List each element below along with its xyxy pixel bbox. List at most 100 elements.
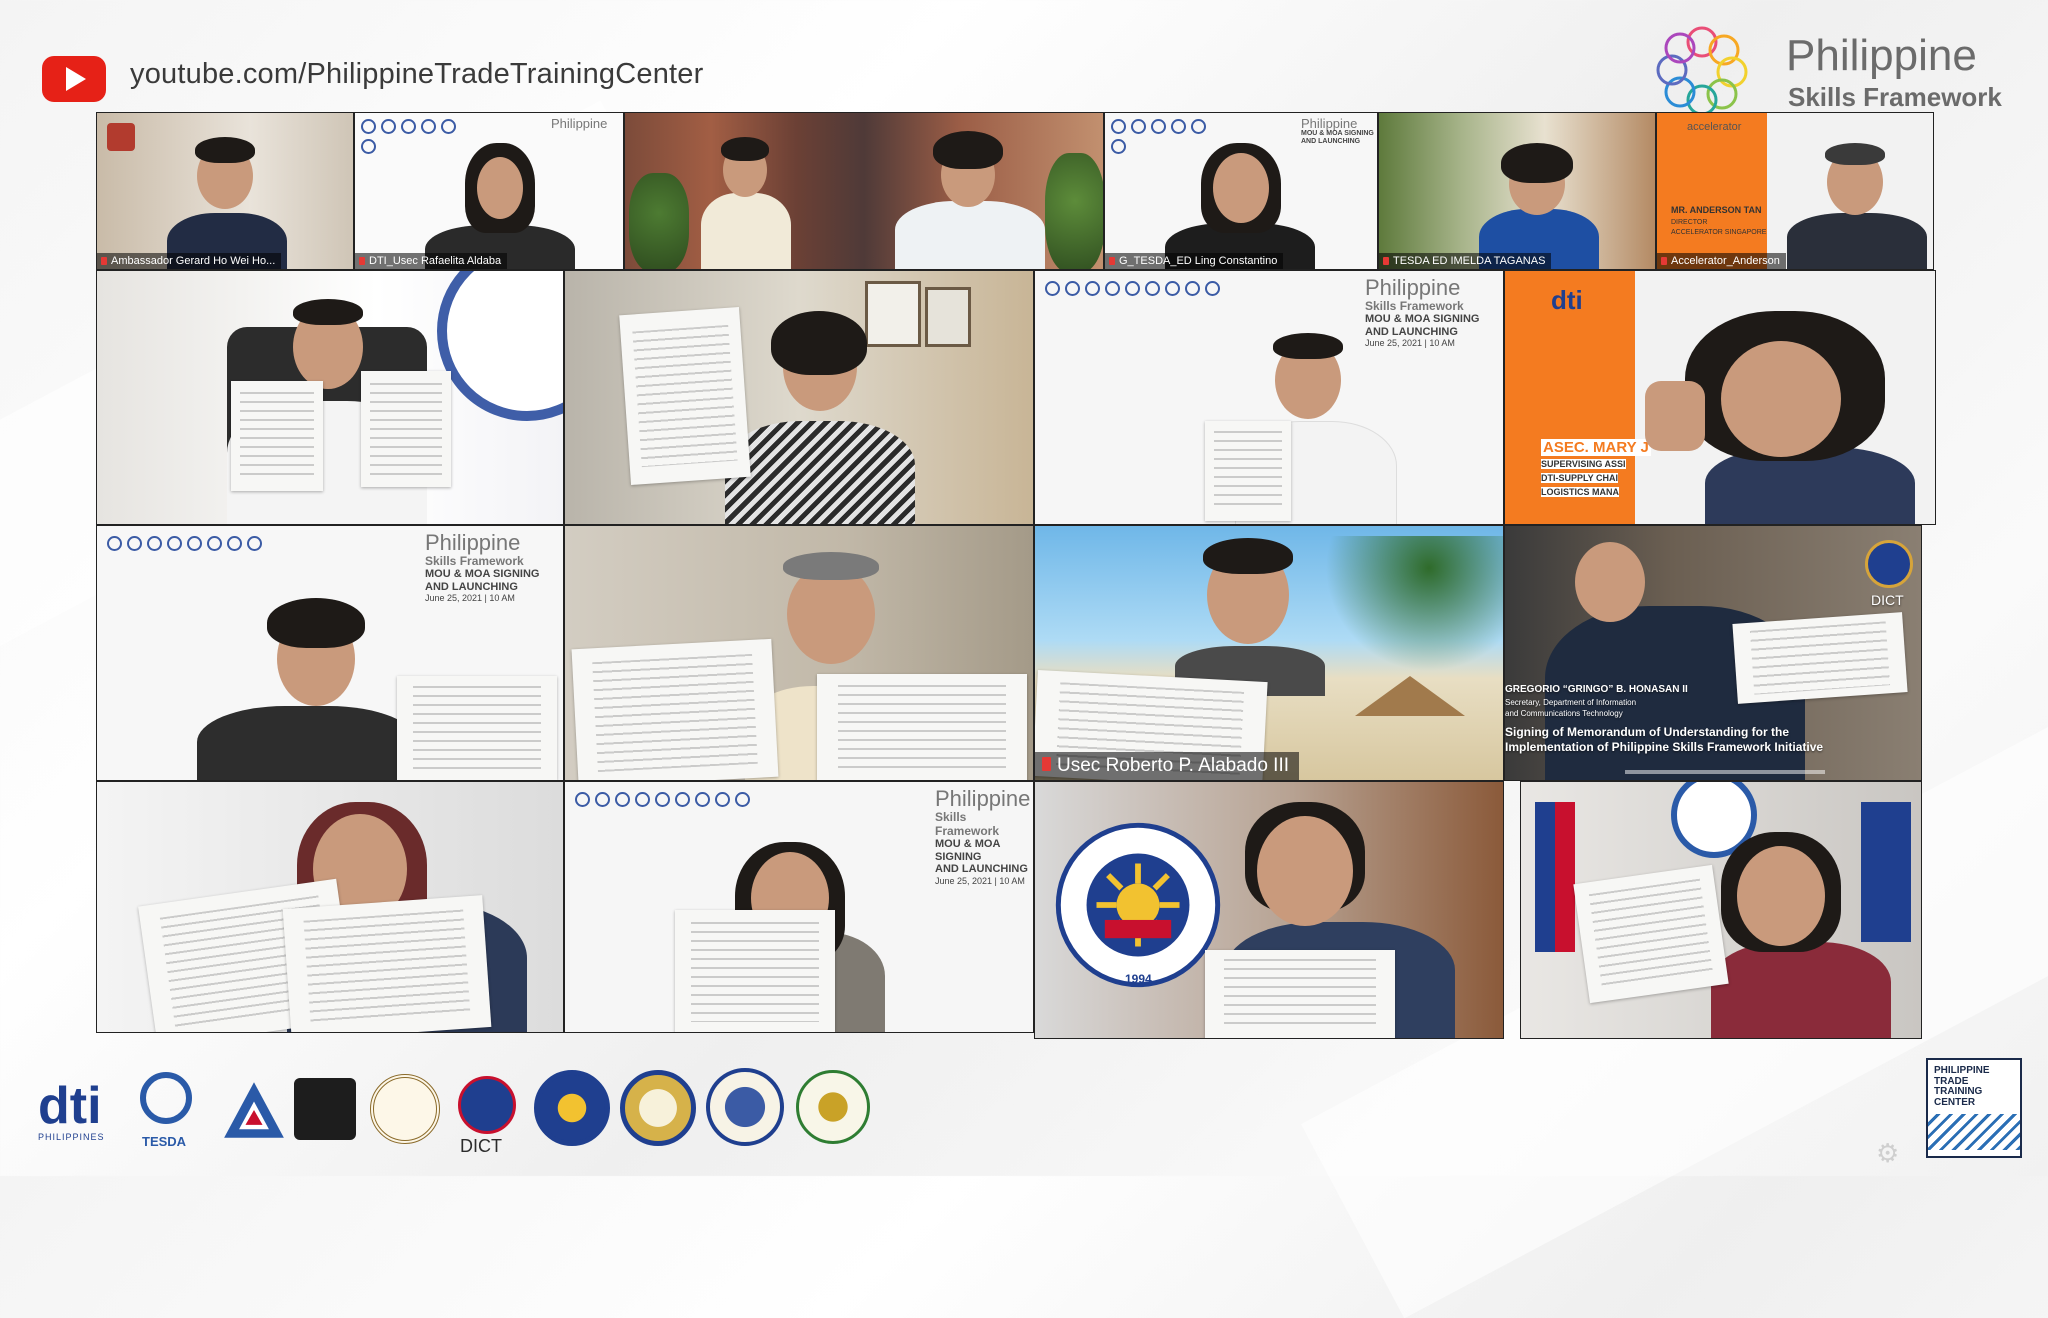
- wall-frame: [925, 287, 971, 347]
- guest-org: ACCELERATOR SINGAPORE: [1671, 229, 1767, 236]
- video-tile-dti-usec[interactable]: Philippine DTI_Usec Rafaelita Aldaba: [354, 112, 624, 270]
- video-tile-accelerator[interactable]: accelerator MR. ANDERSON TAN DIRECTOR AC…: [1656, 112, 1934, 270]
- participant-hair: [783, 552, 879, 580]
- deped-logo: [706, 1068, 784, 1146]
- speaker-name: GREGORIO “GRINGO” B. HONASAN II: [1505, 684, 1688, 695]
- signed-document: [675, 910, 835, 1032]
- participant-hair: [1825, 143, 1885, 165]
- video-tile-signatory-ched[interactable]: Philippine Skills Framework MOU & MOA SI…: [1034, 270, 1504, 525]
- dict-seal: [1865, 540, 1913, 588]
- signed-document: [231, 381, 323, 491]
- guest-role: SUPERVISING ASSI: [1541, 459, 1626, 469]
- participant-name-tag: DTI_Usec Rafaelita Aldaba: [355, 253, 508, 269]
- participant-hair: [267, 598, 365, 648]
- video-tile-ched-signatory[interactable]: 1994: [1034, 781, 1504, 1039]
- signed-document: [619, 307, 751, 485]
- event-card: Philippine Skills Framework MOU & MOA SI…: [425, 530, 540, 604]
- youtube-channel-url[interactable]: youtube.com/PhilippineTradeTrainingCente…: [130, 58, 703, 91]
- dti-logo: dti: [1551, 285, 1583, 315]
- participant-head: [1575, 542, 1645, 622]
- video-tile-tesda-office[interactable]: [1520, 781, 1922, 1039]
- event-card: Philippine Skills Framework MOU & MOA SI…: [935, 786, 1031, 886]
- participant-name-tag: Ambassador Gerard Ho Wei Ho...: [97, 253, 282, 269]
- participant-name-tag: G_TESDA_ED Ling Constantino: [1105, 253, 1284, 269]
- partner-logos-strip: [361, 119, 471, 154]
- host-body: [895, 201, 1045, 269]
- guest-name: MR. ANDERSON TAN: [1671, 205, 1762, 215]
- guest-org: DTI-SUPPLY CHAI: [1541, 473, 1619, 483]
- youtube-play-icon[interactable]: [42, 56, 106, 102]
- video-tile-hosts[interactable]: [624, 112, 1104, 270]
- participant-name-tag: TESDA ED IMELDA TAGANAS: [1379, 253, 1552, 269]
- partner-logos-strip: [575, 792, 775, 807]
- video-tile-usec-roberto[interactable]: Usec Roberto P. Alabado III: [1034, 525, 1504, 781]
- accelerator-brand: accelerator: [1687, 121, 1742, 133]
- wall-frame: [865, 281, 921, 347]
- brand-subtitle: Skills Framework: [1788, 82, 2002, 112]
- dot-seal: [370, 1074, 440, 1144]
- asean-flag: [1861, 802, 1911, 942]
- speaker-role: Secretary, Department of Information: [1505, 698, 1637, 707]
- ptt-logo: PHILIPPINE TRADE TRAINING CENTER: [1926, 1058, 2022, 1158]
- dict-label: DICT: [1871, 592, 1904, 608]
- dict-caption: Signing of Memorandum of Understanding f…: [1505, 725, 1789, 739]
- philippine-flag: [1535, 802, 1575, 952]
- video-progress-bar[interactable]: [1625, 770, 1825, 774]
- participant-face: [477, 157, 523, 219]
- psf-flower-logo: [1656, 26, 1748, 116]
- video-tile-psc-signatory[interactable]: Philippine Skills Framework MOU & MOA SI…: [564, 781, 1034, 1033]
- plant-decoration: [1045, 153, 1103, 269]
- video-tile-tesda-imelda[interactable]: TESDA ED IMELDA TAGANAS: [1378, 112, 1656, 270]
- video-tile-dict-secretary[interactable]: DICT GREGORIO “GRINGO” B. HONASAN II Sec…: [1504, 525, 1922, 781]
- dost-triangle-logo: [224, 1082, 284, 1138]
- participant-hair: [293, 299, 363, 325]
- participant-hair: [1273, 333, 1343, 359]
- partner-logos-strip: [107, 536, 277, 551]
- signed-document: [1732, 612, 1908, 704]
- prc-logo: [620, 1070, 696, 1146]
- host-hair: [933, 131, 1003, 169]
- speaker-role: and Communications Technology: [1505, 709, 1623, 718]
- video-tile-tesda-signatory[interactable]: [96, 781, 564, 1033]
- ched-seal-year: 1994: [1125, 972, 1152, 986]
- event-card: Philippine: [551, 116, 608, 131]
- video-tile-ambassador[interactable]: Ambassador Gerard Ho Wei Ho...: [96, 112, 354, 270]
- host-hair: [721, 137, 769, 161]
- participant-body: [1787, 213, 1927, 269]
- signed-document: [571, 638, 779, 780]
- plant-decoration: [629, 173, 689, 269]
- da-logo: [796, 1070, 870, 1144]
- video-tile-tesda-ed[interactable]: Philippine MOU & MOA SIGNING AND LAUNCHI…: [1104, 112, 1378, 270]
- psa-logo: [294, 1078, 356, 1140]
- guest-name: ASEC. MARY J: [1541, 439, 1651, 456]
- signed-document: [1205, 950, 1395, 1038]
- orange-side-panel: [1657, 113, 1767, 269]
- participant-hair: [195, 137, 255, 163]
- participant-hair: [1203, 538, 1293, 574]
- video-tile-asec-mary[interactable]: dti ASEC. MARY J SUPERVISING ASSI DTI-SU…: [1504, 270, 1936, 525]
- brand-title: Philippine: [1786, 31, 1977, 80]
- event-card: Philippine Skills Framework MOU & MOA SI…: [1365, 275, 1480, 349]
- dict-caption: Implementation of Philippine Skills Fram…: [1505, 740, 1824, 754]
- participant-face: [1213, 153, 1269, 223]
- participant-body: [725, 421, 915, 524]
- video-tile-dti-secretary[interactable]: Philippine Skills Framework MOU & MOA SI…: [96, 525, 564, 781]
- event-card: Philippine MOU & MOA SIGNING AND LAUNCHI…: [1301, 116, 1374, 146]
- guest-role: DIRECTOR: [1671, 219, 1708, 226]
- video-tile-tesda-dg[interactable]: [96, 270, 564, 525]
- host-body: [701, 193, 791, 269]
- participant-hair: [1501, 143, 1573, 183]
- participant-body: [197, 706, 417, 780]
- signed-document: [282, 895, 492, 1032]
- ched-seal: [1055, 822, 1221, 988]
- settings-gear-icon[interactable]: ⚙: [1876, 1138, 1899, 1169]
- palm-trees: [1315, 536, 1503, 696]
- agency-seal: [437, 271, 563, 421]
- signed-document: [1205, 421, 1291, 521]
- participant-face: [1737, 846, 1825, 946]
- video-tile-dti-signing[interactable]: [564, 525, 1034, 781]
- participant-name-tag: Usec Roberto P. Alabado III: [1035, 752, 1300, 780]
- signed-document: [1573, 864, 1729, 1004]
- video-tile-signatory-office[interactable]: [564, 270, 1034, 525]
- partner-logos-strip: [1045, 281, 1245, 296]
